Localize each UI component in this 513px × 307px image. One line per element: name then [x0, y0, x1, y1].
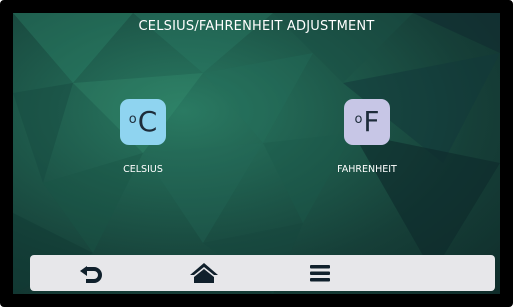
- fahrenheit-icon: oF: [354, 108, 379, 136]
- home-icon: [190, 263, 218, 283]
- bottom-navigation-bar: [30, 255, 495, 291]
- celsius-label: CELSIUS: [123, 164, 163, 175]
- page-title: CELSIUS/FAHRENHEIT ADJUSTMENT: [138, 19, 375, 34]
- back-arrow-icon: [80, 266, 102, 283]
- touch-screen: CELSIUS/FAHRENHEIT ADJUSTMENT oC CELSIUS…: [13, 13, 500, 294]
- fahrenheit-button[interactable]: oF: [344, 99, 390, 145]
- degree-symbol: o: [354, 112, 363, 127]
- menu-icon: [310, 265, 330, 282]
- polygon-background: [13, 13, 500, 294]
- fahrenheit-label: FAHRENHEIT: [337, 164, 397, 175]
- degree-symbol: o: [128, 112, 137, 127]
- unit-symbol: C: [137, 105, 158, 138]
- celsius-button[interactable]: oC: [120, 99, 166, 145]
- back-button[interactable]: [67, 255, 115, 291]
- unit-symbol: F: [363, 105, 380, 138]
- home-button[interactable]: [180, 255, 228, 291]
- menu-button[interactable]: [296, 255, 344, 291]
- celsius-icon: oC: [129, 108, 158, 136]
